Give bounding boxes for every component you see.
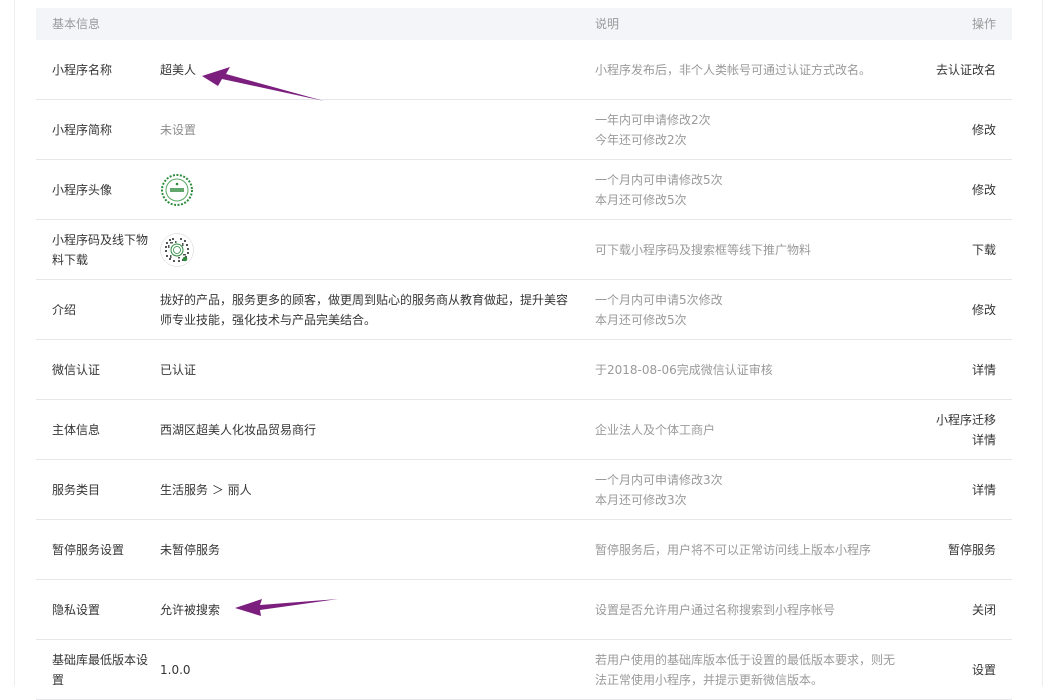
row-description: 设置是否允许用户通过名称搜索到小程序帐号	[595, 580, 915, 639]
verification-details-link[interactable]: 详情	[876, 340, 996, 399]
action-label[interactable]: 去认证改名	[936, 60, 996, 80]
edit-short-name-link[interactable]: 修改	[876, 100, 996, 159]
description-line: 法正常使用小程序，并提示更新微信版本。	[595, 672, 824, 687]
row-label: 介绍	[52, 302, 77, 317]
row-label: 基础库最低版本设置	[52, 652, 149, 687]
suspend-service-button[interactable]: 暂停服务	[876, 520, 996, 579]
row-mini-program-code: 小程序码及线下物料下载 可下载小程序码及搜索框等线下推广物料 下载	[36, 220, 1012, 280]
description-line: 暂停服务后，用户将不可以正常访问线上版本小程序	[595, 542, 872, 557]
row-value: 拢好的产品，服务更多的顾客，做更周到贴心的服务商从教育做起，提升美容师专业技能，…	[160, 292, 569, 327]
header-actions: 操作	[971, 17, 996, 31]
row-entity-info: 主体信息 西湖区超美人化妆品贸易商行 企业法人及个体工商户 小程序迁移 详情	[36, 400, 1012, 460]
description-line: 可下载小程序码及搜索框等线下推广物料	[595, 242, 812, 257]
mini-program-avatar-icon	[160, 173, 194, 207]
row-label: 主体信息	[52, 422, 101, 437]
edit-introduction-link[interactable]: 修改	[876, 280, 996, 339]
description-line: 一个月内可申请5次修改	[595, 292, 723, 307]
disable-search-button[interactable]: 关闭	[876, 580, 996, 639]
description-line: 若用户使用的基础库版本低于设置的最低版本要求，则无	[595, 652, 896, 667]
action-label[interactable]: 关闭	[972, 600, 996, 620]
row-value: 生活服务 ＞ 丽人	[160, 482, 252, 497]
row-suspend-service: 暂停服务设置 未暂停服务 暂停服务后，用户将不可以正常访问线上版本小程序 暂停服…	[36, 520, 1012, 580]
entity-actions: 小程序迁移 详情	[876, 400, 996, 459]
description-line: 一个月内可申请修改3次	[595, 472, 723, 487]
row-label: 暂停服务设置	[52, 542, 125, 557]
action-label[interactable]: 修改	[972, 120, 996, 140]
edit-avatar-link[interactable]: 修改	[876, 160, 996, 219]
row-value: 1.0.0	[160, 662, 191, 677]
row-privacy-settings: 隐私设置 允许被搜索 设置是否允许用户通过名称搜索到小程序帐号 关闭	[36, 580, 1012, 640]
row-description: 于2018-08-06完成微信认证审核	[595, 340, 915, 399]
action-label[interactable]: 详情	[972, 480, 996, 500]
row-value: 未暂停服务	[160, 542, 221, 557]
row-mini-program-name: 小程序名称 超美人 小程序发布后，非个人类帐号可通过认证方式改名。 去认证改名	[36, 40, 1012, 100]
action-label[interactable]: 修改	[972, 180, 996, 200]
description-line: 设置是否允许用户通过名称搜索到小程序帐号	[595, 602, 836, 617]
description-line: 本月还可修改5次	[595, 192, 687, 207]
action-label[interactable]: 暂停服务	[948, 540, 996, 560]
category-details-link[interactable]: 详情	[876, 460, 996, 519]
row-value: 允许被搜索	[160, 602, 221, 617]
header-description: 说明	[595, 17, 620, 31]
row-label: 小程序名称	[52, 62, 113, 77]
row-description: 企业法人及个体工商户	[595, 400, 915, 459]
row-description: 小程序发布后，非个人类帐号可通过认证方式改名。	[595, 40, 915, 99]
row-base-library-version: 基础库最低版本设置 1.0.0 若用户使用的基础库版本低于设置的最低版本要求，则…	[36, 640, 1012, 700]
description-line: 于2018-08-06完成微信认证审核	[595, 362, 773, 377]
row-value: 已认证	[160, 362, 197, 377]
row-label: 隐私设置	[52, 602, 101, 617]
set-base-library-button[interactable]: 设置	[876, 640, 996, 699]
action-label[interactable]: 设置	[972, 660, 996, 680]
row-mini-program-avatar: 小程序头像 一个月内可申请修改5次 本月还可修改5次 修改	[36, 160, 1012, 220]
description-line: 小程序发布后，非个人类帐号可通过认证方式改名。	[595, 62, 872, 77]
row-value	[160, 160, 580, 219]
row-wechat-verification: 微信认证 已认证 于2018-08-06完成微信认证审核 详情	[36, 340, 1012, 400]
description-line: 一年内可申请修改2次	[595, 112, 711, 127]
certify-rename-link[interactable]: 去认证改名	[876, 40, 996, 99]
header-basic-info: 基本信息	[52, 17, 101, 31]
basic-info-table: 基本信息 说明 操作 小程序名称 超美人 小程序发布后，非个人类帐号可通过认证方…	[36, 8, 1012, 700]
action-label[interactable]: 下载	[972, 240, 996, 260]
row-value: 西湖区超美人化妆品贸易商行	[160, 422, 317, 437]
row-description: 可下载小程序码及搜索框等线下推广物料	[595, 220, 915, 279]
row-description: 一个月内可申请修改5次 本月还可修改5次	[595, 160, 915, 219]
row-description: 一个月内可申请5次修改 本月还可修改5次	[595, 280, 915, 339]
row-mini-program-short-name: 小程序简称 未设置 一年内可申请修改2次 今年还可修改2次 修改	[36, 100, 1012, 160]
description-line: 今年还可修改2次	[595, 132, 687, 147]
row-label: 小程序简称	[52, 122, 113, 137]
description-line: 本月还可修改3次	[595, 492, 687, 507]
row-label: 小程序头像	[52, 182, 113, 197]
row-introduction: 介绍 拢好的产品，服务更多的顾客，做更周到贴心的服务商从教育做起，提升美容师专业…	[36, 280, 1012, 340]
entity-details-link[interactable]: 详情	[972, 430, 996, 450]
row-label: 小程序码及线下物料下载	[52, 232, 149, 267]
row-value	[160, 220, 580, 279]
row-description: 暂停服务后，用户将不可以正常访问线上版本小程序	[595, 520, 915, 579]
description-line: 本月还可修改5次	[595, 312, 687, 327]
table-header: 基本信息 说明 操作	[36, 8, 1012, 40]
migrate-mini-program-link[interactable]: 小程序迁移	[936, 410, 996, 430]
row-description: 一年内可申请修改2次 今年还可修改2次	[595, 100, 915, 159]
row-description: 若用户使用的基础库版本低于设置的最低版本要求，则无 法正常使用小程序，并提示更新…	[595, 640, 915, 699]
row-service-category: 服务类目 生活服务 ＞ 丽人 一个月内可申请修改3次 本月还可修改3次 详情	[36, 460, 1012, 520]
download-materials-link[interactable]: 下载	[876, 220, 996, 279]
row-label: 微信认证	[52, 362, 101, 377]
row-description: 一个月内可申请修改3次 本月还可修改3次	[595, 460, 915, 519]
row-label: 服务类目	[52, 482, 101, 497]
row-value: 超美人	[160, 62, 197, 77]
mini-program-code-icon	[160, 232, 194, 267]
action-label[interactable]: 详情	[972, 360, 996, 380]
action-label[interactable]: 修改	[972, 300, 996, 320]
row-value: 未设置	[160, 122, 197, 137]
description-line: 企业法人及个体工商户	[595, 422, 716, 437]
description-line: 一个月内可申请修改5次	[595, 172, 723, 187]
